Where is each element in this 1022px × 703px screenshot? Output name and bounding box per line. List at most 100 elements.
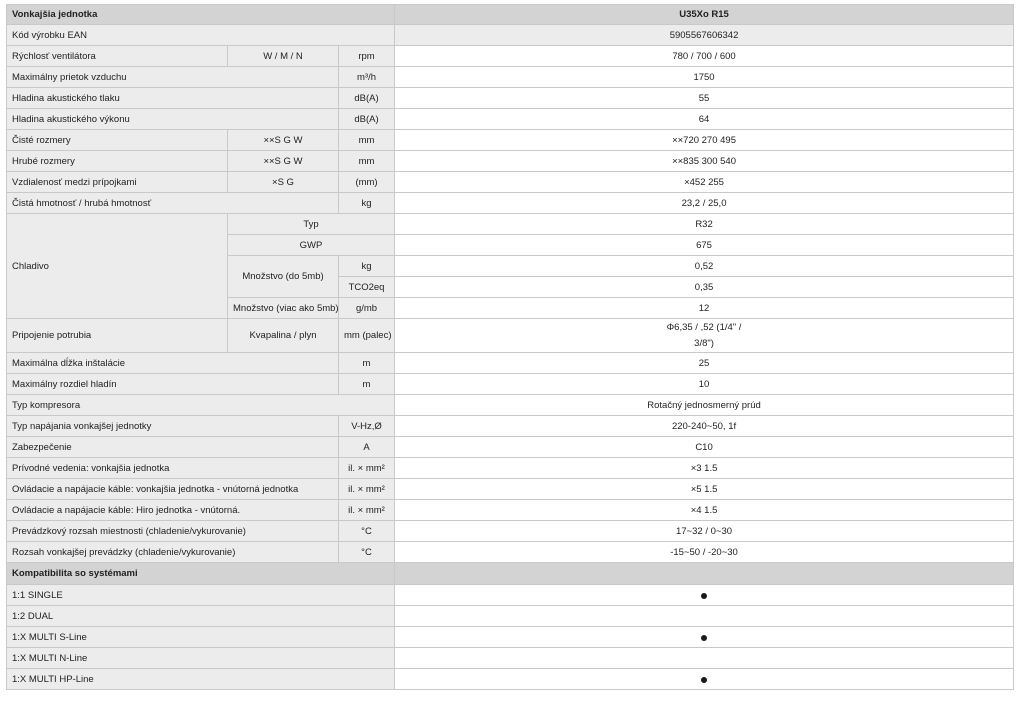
piping-unit: mm (palec) <box>337 318 396 353</box>
table-row: Vzdialenosť medzi prípojkami ×S G (mm) ×… <box>6 171 1015 193</box>
net-dim-param: ××S G W <box>227 129 339 151</box>
table-row: Maximálny rozdiel hladín m 10 <box>6 373 1015 395</box>
piping-value-line2: 3/8") <box>694 337 714 349</box>
compat-label: 1:1 SINGLE <box>5 584 396 606</box>
piping-label: Pripojenie potrubia <box>6 318 228 353</box>
max-height-unit: m <box>337 373 396 395</box>
ean-label: Kód výrobku EAN <box>5 24 396 46</box>
fan-unit: rpm <box>337 45 396 67</box>
refrigerant-qty-unit1: kg <box>337 255 396 277</box>
net-dim-unit: mm <box>337 129 396 151</box>
table-row: Typ napájania vonkajšej jednotky V-Hz,Ø … <box>6 415 1015 437</box>
power-value: 64 <box>394 108 1015 130</box>
refrigerant-extra-value: 12 <box>394 297 1015 319</box>
supported-dot-icon <box>701 634 708 641</box>
ean-value: 5905567606342 <box>394 24 1015 46</box>
piping-value-line1: Φ6,35 / ,52 (1/4" / <box>666 321 742 333</box>
page: { "table": { "header": {"title": "Vonkaj… <box>0 0 1022 703</box>
piping-param: Kvapalina / plyn <box>227 318 339 353</box>
gross-dim-unit: mm <box>337 150 396 172</box>
gross-dim-param: ××S G W <box>227 150 339 172</box>
compat-cell <box>394 626 1015 648</box>
net-dim-label: Čisté rozmery <box>6 129 228 151</box>
compat-label: 1:2 DUAL <box>5 605 396 627</box>
refrigerant-type-value: R32 <box>394 213 1015 235</box>
weight-label: Čistá hmotnosť / hrubá hmotnosť <box>6 192 339 214</box>
conn-dist-unit: (mm) <box>337 171 396 193</box>
table-row: Maximálny prietok vzduchu m³/h 1750 <box>6 66 1015 88</box>
refrigerant-extra-unit: g/mb <box>337 297 396 319</box>
table-row: Čistá hmotnosť / hrubá hmotnosť kg 23,2 … <box>6 192 1015 214</box>
compressor-value: Rotačný jednosmerný prúd <box>394 394 1015 416</box>
compat-label: 1:X MULTI S-Line <box>5 626 396 648</box>
supply-lines-unit: il. × mm² <box>337 457 396 479</box>
table-row: Typ kompresora Rotačný jednosmerný prúd <box>5 394 1015 416</box>
outdoor-range-label: Rozsah vonkajšej prevádzky (chladenie/vy… <box>6 541 339 563</box>
conn-dist-label: Vzdialenosť medzi prípojkami <box>6 171 228 193</box>
header-title: Vonkajšia jednotka <box>5 4 396 25</box>
table-row: Chladivo Typ R32 <box>6 213 1015 319</box>
table-row: Prevádzkový rozsah miestnosti (chladenie… <box>6 520 1015 542</box>
outdoor-range-unit: °C <box>337 541 396 563</box>
cables2-unit: il. × mm² <box>337 499 396 521</box>
pressure-label: Hladina akustického tlaku <box>6 87 339 109</box>
compat-row: 1:X MULTI N-Line <box>5 647 1015 669</box>
compat-header-blank <box>394 562 1015 585</box>
room-range-unit: °C <box>337 520 396 542</box>
cables2-label: Ovládacie a napájacie káble: Hiro jednot… <box>6 499 339 521</box>
airflow-label: Maximálny prietok vzduchu <box>6 66 339 88</box>
table-row: Zabezpečenie A C10 <box>6 436 1015 458</box>
table-row: Prívodné vedenia: vonkajšia jednotka il.… <box>6 457 1015 479</box>
supported-dot-icon <box>701 676 708 683</box>
refrigerant-label: Chladivo <box>6 213 228 319</box>
refrigerant-qty-unit2: TCO2eq <box>337 276 396 298</box>
supported-dot-icon <box>701 592 708 599</box>
compat-header-row: Kompatibilita so systémami <box>5 562 1015 585</box>
compat-cell <box>394 584 1015 606</box>
fuse-label: Zabezpečenie <box>6 436 339 458</box>
airflow-unit: m³/h <box>337 66 396 88</box>
refrigerant-qty-value1: 0,52 <box>394 255 1015 277</box>
table-row: Hladina akustického tlaku dB(A) 55 <box>6 87 1015 109</box>
table-row: Hladina akustického výkonu dB(A) 64 <box>6 108 1015 130</box>
room-range-label: Prevádzkový rozsah miestnosti (chladenie… <box>6 520 339 542</box>
power-unit: dB(A) <box>337 108 396 130</box>
pressure-value: 55 <box>394 87 1015 109</box>
supply-lines-value: ×3 1.5 <box>394 457 1015 479</box>
compat-label: 1:X MULTI N-Line <box>5 647 396 669</box>
table-row: Hrubé rozmery ××S G W mm ××835 300 540 <box>6 150 1015 172</box>
max-len-label: Maximálna dĺžka inštalácie <box>6 352 339 374</box>
cables1-label: Ovládacie a napájacie káble: vonkajšia j… <box>6 478 339 500</box>
refrigerant-qty-value2: 0,35 <box>394 276 1015 298</box>
fuse-unit: A <box>337 436 396 458</box>
max-len-value: 25 <box>394 352 1015 374</box>
supply-value: 220-240~50, 1f <box>394 415 1015 437</box>
fan-label: Rýchlosť ventilátora <box>6 45 228 67</box>
outdoor-range-value: -15~50 / -20~30 <box>394 541 1015 563</box>
cables2-value: ×4 1.5 <box>394 499 1015 521</box>
table-row: Rozsah vonkajšej prevádzky (chladenie/vy… <box>6 541 1015 563</box>
pressure-unit: dB(A) <box>337 87 396 109</box>
table-row: Ovládacie a napájacie káble: Hiro jednot… <box>6 499 1015 521</box>
compat-cell <box>394 605 1015 627</box>
net-dim-value: ××720 270 495 <box>394 129 1015 151</box>
fan-value: 780 / 700 / 600 <box>394 45 1015 67</box>
refrigerant-extra-label: Množstvo (viac ako 5mb) <box>227 297 339 319</box>
max-height-label: Maximálny rozdiel hladín <box>6 373 339 395</box>
compressor-label: Typ kompresora <box>5 394 396 416</box>
refrigerant-type-label: Typ <box>226 213 396 235</box>
table-row: Maximálna dĺžka inštalácie m 25 <box>6 352 1015 374</box>
supply-label: Typ napájania vonkajšej jednotky <box>6 415 339 437</box>
compat-cell <box>394 647 1015 669</box>
table-row: Čisté rozmery ××S G W mm ××720 270 495 <box>6 129 1015 151</box>
table-row: Rýchlosť ventilátora W / M / N rpm 780 /… <box>6 45 1015 67</box>
max-height-value: 10 <box>394 373 1015 395</box>
power-label: Hladina akustického výkonu <box>6 108 339 130</box>
table-row: Ovládacie a napájacie káble: vonkajšia j… <box>6 478 1015 500</box>
cables1-value: ×5 1.5 <box>394 478 1015 500</box>
weight-value: 23,2 / 25,0 <box>394 192 1015 214</box>
compat-row: 1:2 DUAL <box>5 605 1015 627</box>
max-len-unit: m <box>337 352 396 374</box>
supply-unit: V-Hz,Ø <box>337 415 396 437</box>
header-model: U35Xo R15 <box>394 4 1015 25</box>
